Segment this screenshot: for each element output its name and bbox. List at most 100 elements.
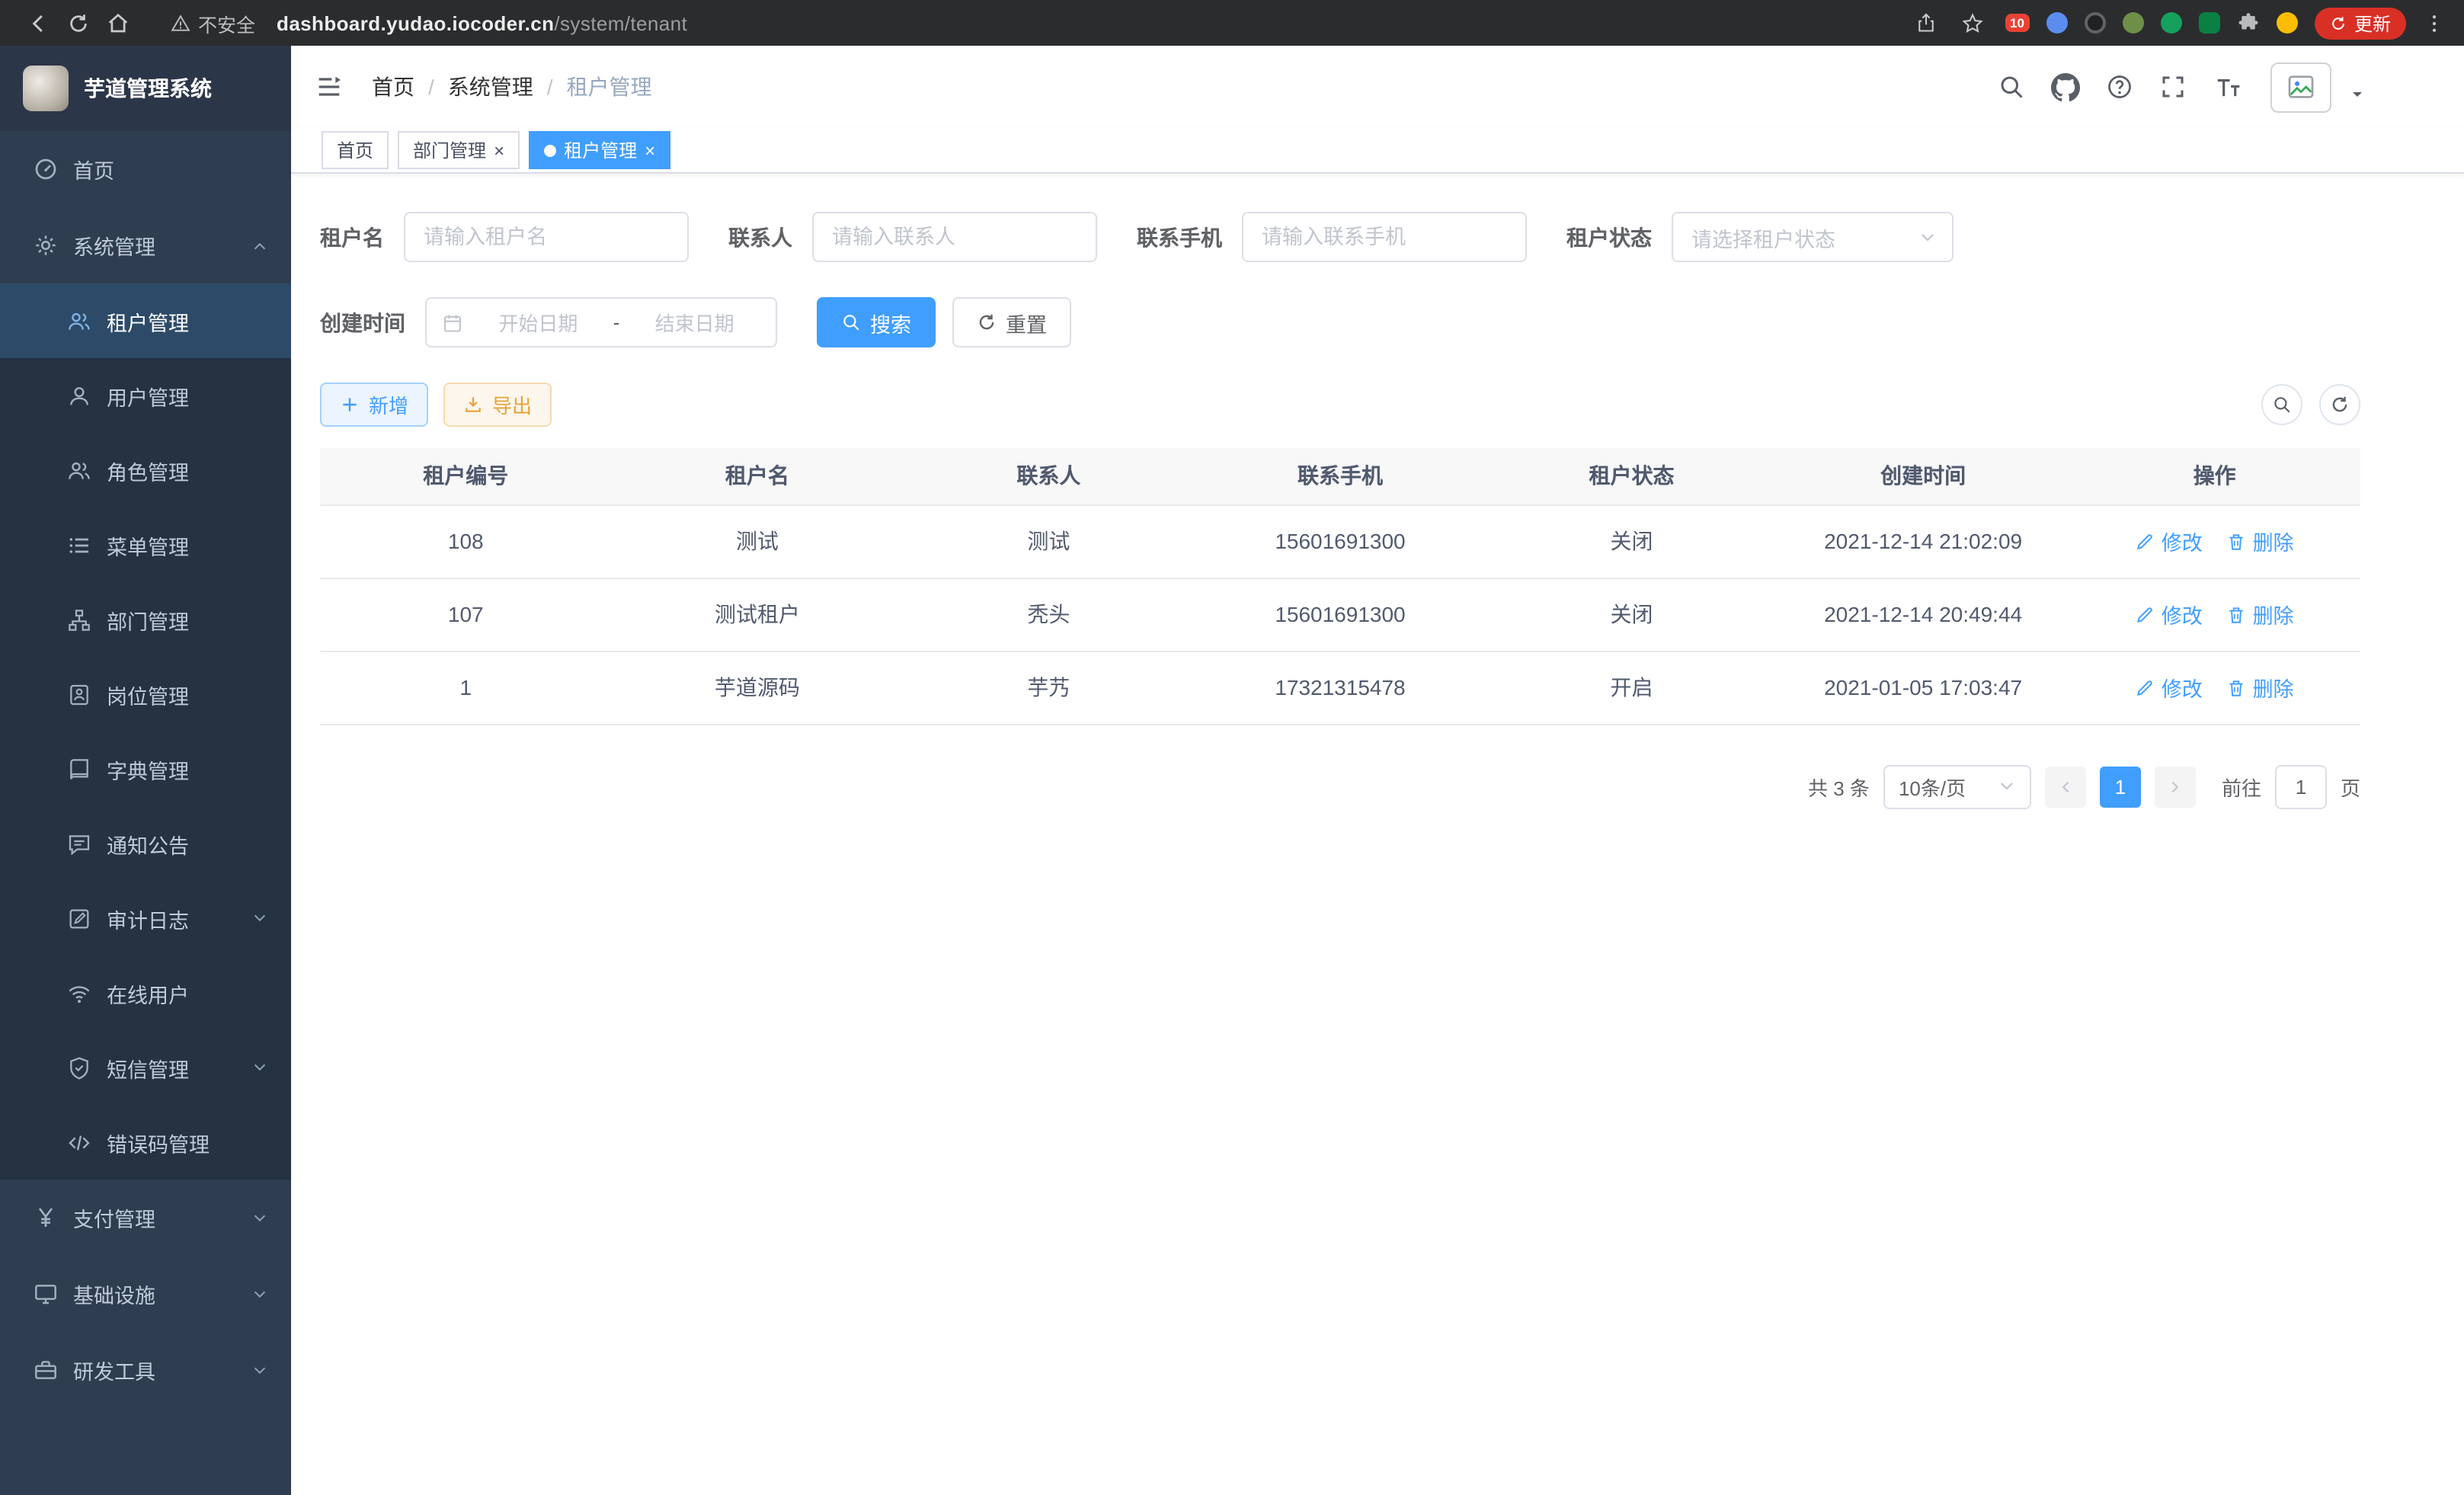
col-tenant-id: 租户编号 — [320, 448, 612, 504]
chevron-down-icon — [251, 1362, 268, 1378]
delete-link[interactable]: 删除 — [2227, 526, 2294, 556]
next-page-button[interactable] — [2155, 766, 2196, 807]
extension-icon-dark[interactable] — [2085, 12, 2106, 34]
browser-home-button[interactable] — [98, 6, 137, 40]
active-dot — [544, 144, 556, 156]
prev-page-button[interactable] — [2045, 766, 2086, 807]
sidebar-item-dept[interactable]: 部门管理 — [0, 582, 291, 657]
date-range-picker[interactable]: 开始日期 - 结束日期 — [425, 297, 777, 347]
delete-link[interactable]: 删除 — [2227, 599, 2294, 629]
browser-menu-icon[interactable] — [2423, 11, 2446, 34]
security-indicator[interactable]: 不安全 — [171, 8, 255, 37]
close-icon[interactable]: × — [494, 141, 504, 159]
add-button[interactable]: 新增 — [320, 383, 428, 427]
tab-dept[interactable]: 部门管理 × — [398, 131, 520, 169]
goto-page-input[interactable] — [2275, 764, 2327, 808]
tenant-name-label: 租户名 — [320, 222, 384, 252]
breadcrumb-item-home[interactable]: 首页 — [372, 72, 414, 102]
date-separator: - — [613, 311, 620, 334]
gear-icon — [34, 233, 58, 258]
tenant-name-input[interactable] — [404, 212, 689, 262]
breadcrumb-separator: / — [547, 75, 553, 99]
sidebar-item-tenant[interactable]: 租户管理 — [0, 283, 291, 358]
sidebar-item-infra[interactable]: 基础设施 — [0, 1256, 291, 1332]
filter-status: 租户状态 请选择租户状态 — [1566, 212, 1954, 262]
cell-tenant-name: 测试租户 — [612, 578, 904, 651]
search-button[interactable]: 搜索 — [817, 297, 936, 347]
sidebar-item-label: 研发工具 — [73, 1355, 155, 1385]
browser-back-button[interactable] — [18, 6, 58, 40]
search-icon[interactable] — [1998, 73, 2025, 101]
fullscreen-icon[interactable] — [2159, 73, 2187, 101]
phone-input[interactable] — [1242, 212, 1527, 262]
sidebar-item-errcode[interactable]: 错误码管理 — [0, 1105, 291, 1180]
sidebar-item-system[interactable]: 系统管理 — [0, 207, 291, 283]
toggle-search-button[interactable] — [2261, 384, 2302, 425]
sidebar-item-dict[interactable]: 字典管理 — [0, 731, 291, 806]
sidebar-item-label: 在线用户 — [107, 978, 189, 1008]
address-bar[interactable]: dashboard.yudao.iocoder.cn/system/tenant — [277, 11, 687, 34]
tenant-status-select[interactable]: 请选择租户状态 — [1672, 212, 1954, 262]
chevron-up-icon — [251, 237, 268, 254]
create-time-label: 创建时间 — [320, 307, 405, 338]
page-number-button[interactable]: 1 — [2100, 766, 2141, 807]
dashboard-icon — [34, 157, 58, 181]
extension-badge[interactable]: 10 — [2005, 14, 2030, 32]
close-icon[interactable]: × — [645, 141, 655, 159]
extension-icon-green-square[interactable] — [2199, 12, 2220, 34]
edit-link[interactable]: 修改 — [2136, 672, 2203, 703]
sidebar-item-payment[interactable]: 支付管理 — [0, 1180, 291, 1256]
export-button[interactable]: 导出 — [443, 383, 552, 427]
font-size-icon[interactable] — [2213, 72, 2245, 101]
sidebar-item-label: 角色管理 — [107, 455, 189, 485]
sidebar-toggle-icon[interactable] — [314, 72, 344, 102]
contact-input[interactable] — [812, 212, 1097, 262]
share-button[interactable] — [1910, 6, 1941, 40]
cell-contact: 测试 — [903, 504, 1195, 578]
cell-tenant-id: 1 — [320, 651, 612, 724]
sidebar-item-user[interactable]: 用户管理 — [0, 358, 291, 433]
extensions-puzzle-icon[interactable] — [2237, 11, 2260, 34]
cell-contact: 秃头 — [903, 578, 1195, 651]
browser-reload-button[interactable] — [58, 6, 98, 40]
help-icon[interactable] — [2106, 73, 2133, 101]
app-logo[interactable]: 芋道管理系统 — [0, 46, 291, 131]
breadcrumb-item-current: 租户管理 — [567, 72, 652, 102]
tab-label: 部门管理 — [413, 137, 486, 163]
sidebar-item-home[interactable]: 首页 — [0, 131, 291, 207]
table-header-row: 租户编号 租户名 联系人 联系手机 租户状态 创建时间 操作 — [320, 448, 2360, 504]
sidebar-item-devtools[interactable]: 研发工具 — [0, 1332, 291, 1408]
bookmark-star-button[interactable] — [1957, 6, 1988, 40]
sidebar-item-role[interactable]: 角色管理 — [0, 433, 291, 507]
avatar[interactable] — [2270, 62, 2331, 112]
breadcrumb-separator: / — [428, 75, 434, 99]
cell-tenant-id: 108 — [320, 504, 612, 578]
screen: 不安全 dashboard.yudao.iocoder.cn/system/te… — [0, 0, 2464, 1495]
extension-icon-olive[interactable] — [2123, 12, 2144, 34]
extension-icon-yellow[interactable] — [2277, 12, 2298, 34]
sidebar-item-online[interactable]: 在线用户 — [0, 956, 291, 1030]
refresh-table-button[interactable] — [2319, 384, 2360, 425]
update-button[interactable]: 更新 — [2315, 7, 2406, 39]
caret-down-icon[interactable] — [2348, 85, 2366, 104]
page-size-select[interactable]: 10条/页 — [1883, 764, 2031, 808]
delete-link[interactable]: 删除 — [2227, 672, 2294, 703]
reset-button[interactable]: 重置 — [952, 297, 1071, 347]
toolbox-icon — [34, 1358, 58, 1382]
page-size-value: 10条/页 — [1899, 772, 1966, 801]
sidebar-item-notice[interactable]: 通知公告 — [0, 806, 291, 881]
breadcrumb-item-system[interactable]: 系统管理 — [448, 72, 533, 102]
tab-home[interactable]: 首页 — [322, 131, 389, 169]
edit-link[interactable]: 修改 — [2136, 526, 2203, 556]
extension-icon-green[interactable] — [2161, 12, 2182, 34]
github-icon[interactable] — [2051, 72, 2080, 101]
edit-link[interactable]: 修改 — [2136, 599, 2203, 629]
col-actions: 操作 — [2069, 448, 2360, 504]
tab-tenant[interactable]: 租户管理 × — [529, 131, 670, 169]
sidebar-item-menu[interactable]: 菜单管理 — [0, 507, 291, 582]
sidebar-item-audit[interactable]: 审计日志 — [0, 881, 291, 956]
sidebar-item-post[interactable]: 岗位管理 — [0, 657, 291, 731]
extension-icon-blue[interactable] — [2046, 12, 2068, 34]
sidebar-item-sms[interactable]: 短信管理 — [0, 1030, 291, 1105]
cell-tenant-name: 测试 — [612, 504, 904, 578]
